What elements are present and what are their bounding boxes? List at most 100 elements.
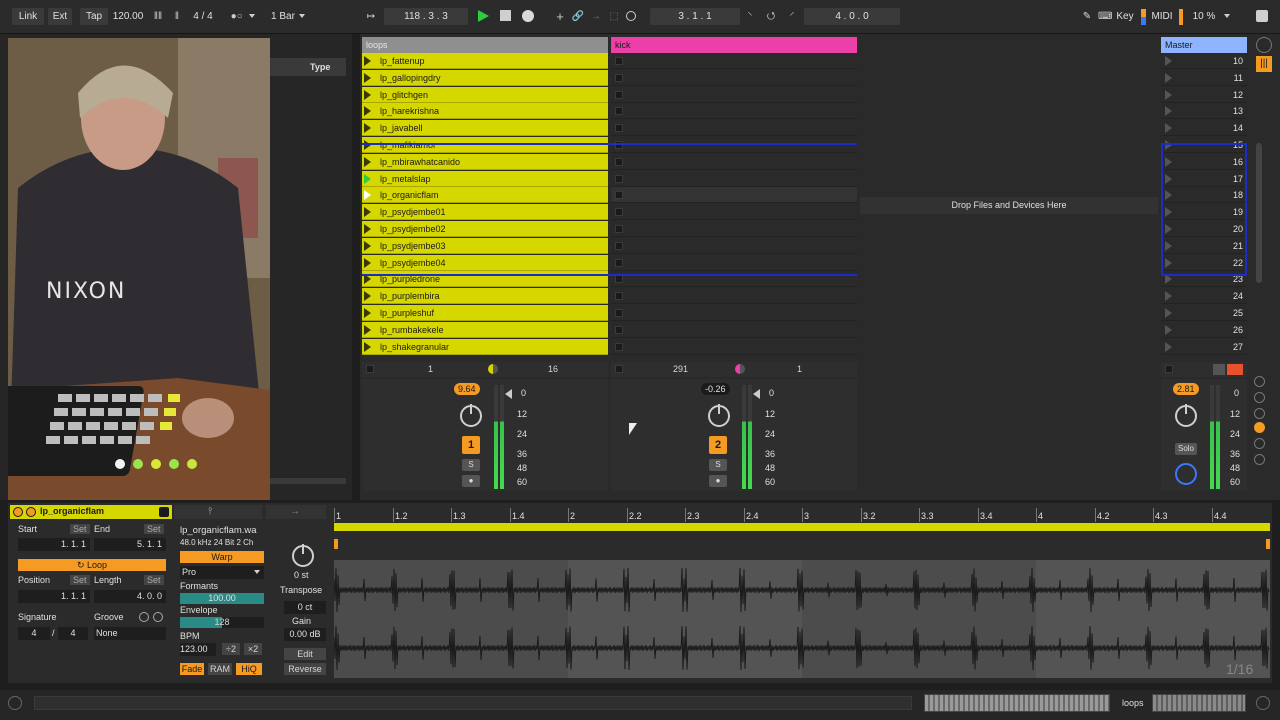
session-record-icon[interactable] — [626, 11, 636, 21]
clip-launch-icon[interactable] — [364, 174, 371, 184]
gain-field[interactable]: 0.00 dB — [284, 628, 326, 641]
empty-clip-slot[interactable] — [611, 204, 857, 220]
slot-stop-icon[interactable] — [615, 124, 623, 132]
scene-launch-icon[interactable] — [1165, 308, 1172, 318]
empty-clip-slot[interactable] — [611, 70, 857, 86]
slot-stop-icon[interactable] — [615, 275, 623, 283]
clip-launch-icon[interactable] — [26, 507, 36, 517]
clip-slot[interactable]: lp_psydjembe02 — [362, 221, 608, 237]
scene-launch-icon[interactable] — [1165, 224, 1172, 234]
start-set-button[interactable]: Set — [70, 524, 90, 534]
empty-clip-slot[interactable] — [611, 120, 857, 136]
sig-denominator[interactable]: 4 — [207, 11, 213, 22]
scene-row[interactable]: 22 — [1161, 255, 1247, 271]
envelope-pencil-icon[interactable]: → — [290, 506, 300, 517]
envelope-slider[interactable]: 128 — [180, 617, 264, 628]
ext-sync-button[interactable]: Ext — [48, 8, 72, 25]
clip-sig-denominator[interactable]: 4 — [58, 627, 88, 640]
clip-name[interactable]: lp_organicflam — [40, 506, 104, 516]
scene-launch-icon[interactable] — [1165, 325, 1172, 335]
start-marker[interactable] — [334, 539, 338, 549]
scene-launch-icon[interactable] — [1165, 106, 1172, 116]
position-field[interactable]: 1. 1. 1 — [18, 590, 90, 603]
scene-launch-icon[interactable] — [1165, 140, 1172, 150]
loops-crossfade-icon[interactable] — [488, 364, 498, 374]
metronome-icon[interactable]: ●○ — [228, 8, 258, 25]
cue-volume-knob[interactable] — [1175, 463, 1197, 485]
loops-track-activator[interactable]: 1 — [462, 436, 480, 454]
slot-stop-icon[interactable] — [615, 107, 623, 115]
mixer-toggle-active-icon[interactable] — [1254, 422, 1265, 433]
quantization-select[interactable]: 1 Bar — [266, 8, 310, 25]
punch-in-icon[interactable]: ⸌ — [742, 8, 758, 25]
clip-slot[interactable]: lp_shakegranular — [362, 339, 608, 355]
kick-track-activator[interactable]: 2 — [709, 436, 727, 454]
ram-button[interactable]: RAM — [208, 663, 232, 675]
clip-launch-icon[interactable] — [364, 308, 371, 318]
commit-groove-icon[interactable] — [153, 612, 163, 622]
clip-slot[interactable]: lp_metalslap — [362, 171, 608, 187]
info-toggle-icon[interactable] — [8, 696, 22, 710]
scene-launch-icon[interactable] — [1165, 291, 1172, 301]
returns-toggle-icon[interactable] — [1254, 408, 1265, 419]
scene-launch-icon[interactable] — [1165, 73, 1172, 83]
clip-slot[interactable]: lp_fattenup — [362, 53, 608, 69]
clip-launch-icon[interactable] — [364, 90, 371, 100]
sends-toggle-icon[interactable] — [1254, 392, 1265, 403]
slot-stop-icon[interactable] — [615, 57, 623, 65]
formants-slider[interactable]: 100.00 — [180, 593, 264, 604]
scene-launch-icon[interactable] — [1165, 190, 1172, 200]
clip-launch-icon[interactable] — [364, 106, 371, 116]
slot-stop-icon[interactable] — [615, 158, 623, 166]
clip-title-bar[interactable]: lp_organicflam — [10, 505, 172, 519]
sig-numerator[interactable]: 4 — [193, 11, 199, 22]
midi-map-button[interactable]: MIDI — [1150, 8, 1174, 25]
nudge-icon[interactable]: ‖ — [170, 8, 184, 25]
scene-launch-icon[interactable] — [1165, 342, 1172, 352]
loops-volume-value[interactable]: 9.64 — [454, 383, 480, 395]
slot-stop-icon[interactable] — [615, 91, 623, 99]
scene-row[interactable]: 26 — [1161, 322, 1247, 338]
scene-launch-icon[interactable] — [1165, 174, 1172, 184]
loops-solo-button[interactable]: S — [462, 459, 480, 471]
cpu-dropdown-icon[interactable] — [1222, 8, 1232, 25]
kick-crossfade-icon[interactable] — [735, 364, 745, 374]
scene-row[interactable]: 10 — [1161, 53, 1247, 69]
scene-row[interactable]: 20 — [1161, 221, 1247, 237]
browser-column-header[interactable]: Type — [270, 58, 346, 76]
empty-clip-slot[interactable] — [611, 255, 857, 271]
device-overview[interactable] — [1152, 694, 1246, 712]
warp-button[interactable]: Warp — [180, 551, 264, 563]
empty-clip-slot[interactable] — [611, 271, 857, 287]
slot-stop-icon[interactable] — [615, 74, 623, 82]
slot-stop-icon[interactable] — [615, 141, 623, 149]
scene-row[interactable]: 25 — [1161, 305, 1247, 321]
kick-pan-knob[interactable] — [708, 404, 730, 427]
end-marker[interactable] — [1266, 539, 1270, 549]
length-set-button[interactable]: Set — [144, 575, 164, 585]
clip-slot[interactable]: lp_rumbakekele — [362, 322, 608, 338]
empty-clip-slot[interactable] — [611, 322, 857, 338]
kick-stop-all-icon[interactable] — [615, 365, 623, 373]
end-set-button[interactable]: Set — [144, 524, 164, 534]
session-arrange-toggle-icon[interactable] — [1256, 37, 1272, 53]
stop-button[interactable] — [500, 10, 511, 21]
clip-launch-icon[interactable] — [364, 140, 371, 150]
scene-launch-icon[interactable] — [1165, 241, 1172, 251]
groove-select[interactable]: None — [94, 627, 166, 640]
loop-switch-icon[interactable]: ⭯ — [762, 8, 780, 25]
clip-slot[interactable]: lp_mbirawhatcanido — [362, 154, 608, 170]
track-header-kick[interactable]: kick — [611, 37, 857, 53]
computer-keyboard-icon[interactable]: ⌨ — [1098, 8, 1112, 25]
capture-icon[interactable]: ⬚ — [606, 8, 622, 25]
clip-slot[interactable]: lp_organicflam — [362, 187, 608, 203]
scene-row[interactable]: 11 — [1161, 70, 1247, 86]
io-toggle-icon[interactable] — [1254, 376, 1265, 387]
empty-clip-slot[interactable] — [611, 103, 857, 119]
scene-launch-icon[interactable] — [1165, 274, 1172, 284]
slot-stop-icon[interactable] — [615, 259, 623, 267]
scene-row[interactable]: 19 — [1161, 204, 1247, 220]
re-enable-automation-icon[interactable]: → — [588, 8, 604, 25]
overdub-icon[interactable]: + — [552, 8, 568, 25]
clip-color-icon[interactable] — [159, 507, 169, 517]
